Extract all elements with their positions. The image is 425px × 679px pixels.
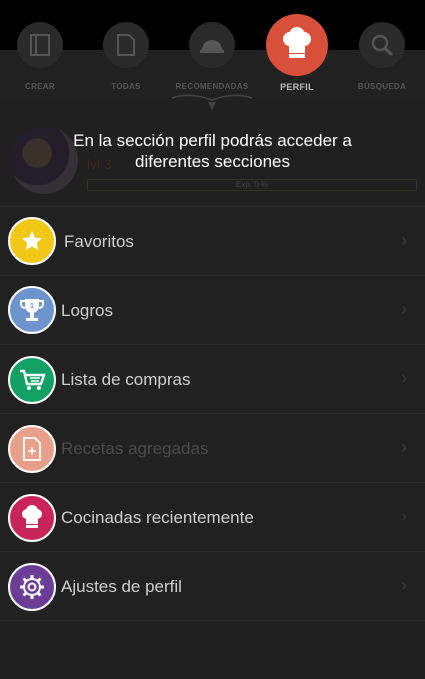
tab-perfil-label: PERFIL <box>280 82 314 92</box>
divider <box>0 275 425 276</box>
chevron-right-icon: › <box>401 299 407 319</box>
divider <box>0 344 425 345</box>
recipe-add-icon[interactable] <box>8 425 56 473</box>
tutorial-overlay[interactable]: CREAR TODAS RECOMENDADAS BÚSQUEDA PERFIL… <box>0 0 425 679</box>
tab-label: RECOMENDADAS <box>175 82 249 91</box>
trophy-icon[interactable]: 1 <box>8 286 56 334</box>
divider <box>0 413 425 414</box>
menu-label-ajustes[interactable]: Ajustes de perfil <box>61 577 182 597</box>
chef-hat-icon <box>283 27 311 58</box>
tab-perfil[interactable] <box>266 14 328 76</box>
menu-label-logros[interactable]: Logros <box>61 301 113 321</box>
chevron-right-icon: › <box>401 506 407 526</box>
chef-hat-icon[interactable] <box>8 494 56 542</box>
book-icon <box>17 22 63 68</box>
menu-label-lista-compras[interactable]: Lista de compras <box>61 370 190 390</box>
xp-bar-dimmed: Exp. 0 % <box>87 179 417 191</box>
divider <box>0 620 425 621</box>
chevron-right-icon: › <box>401 230 407 250</box>
cloche-icon <box>189 22 235 68</box>
tutorial-tooltip-text: En la sección perfil podrás acceder a di… <box>73 131 352 171</box>
chevron-right-icon: › <box>401 575 407 595</box>
divider <box>0 551 425 552</box>
svg-text:1: 1 <box>30 303 34 310</box>
gear-icon[interactable] <box>8 563 56 611</box>
chevron-right-icon: › <box>401 368 407 388</box>
menu-label-cocinadas[interactable]: Cocinadas recientemente <box>61 508 254 528</box>
divider <box>0 482 425 483</box>
chevron-right-icon: › <box>401 437 407 457</box>
cart-icon[interactable] <box>8 356 56 404</box>
menu-label-recetas-agregadas[interactable]: Recetas agregadas <box>61 439 208 459</box>
divider <box>0 206 425 207</box>
tab-label: TODAS <box>111 82 141 91</box>
search-icon <box>359 22 405 68</box>
menu-label-favoritos[interactable]: Favoritos <box>64 232 134 252</box>
ornament-divider <box>171 94 253 110</box>
star-icon[interactable] <box>8 217 56 265</box>
document-icon <box>103 22 149 68</box>
tab-label: BÚSQUEDA <box>357 82 407 91</box>
